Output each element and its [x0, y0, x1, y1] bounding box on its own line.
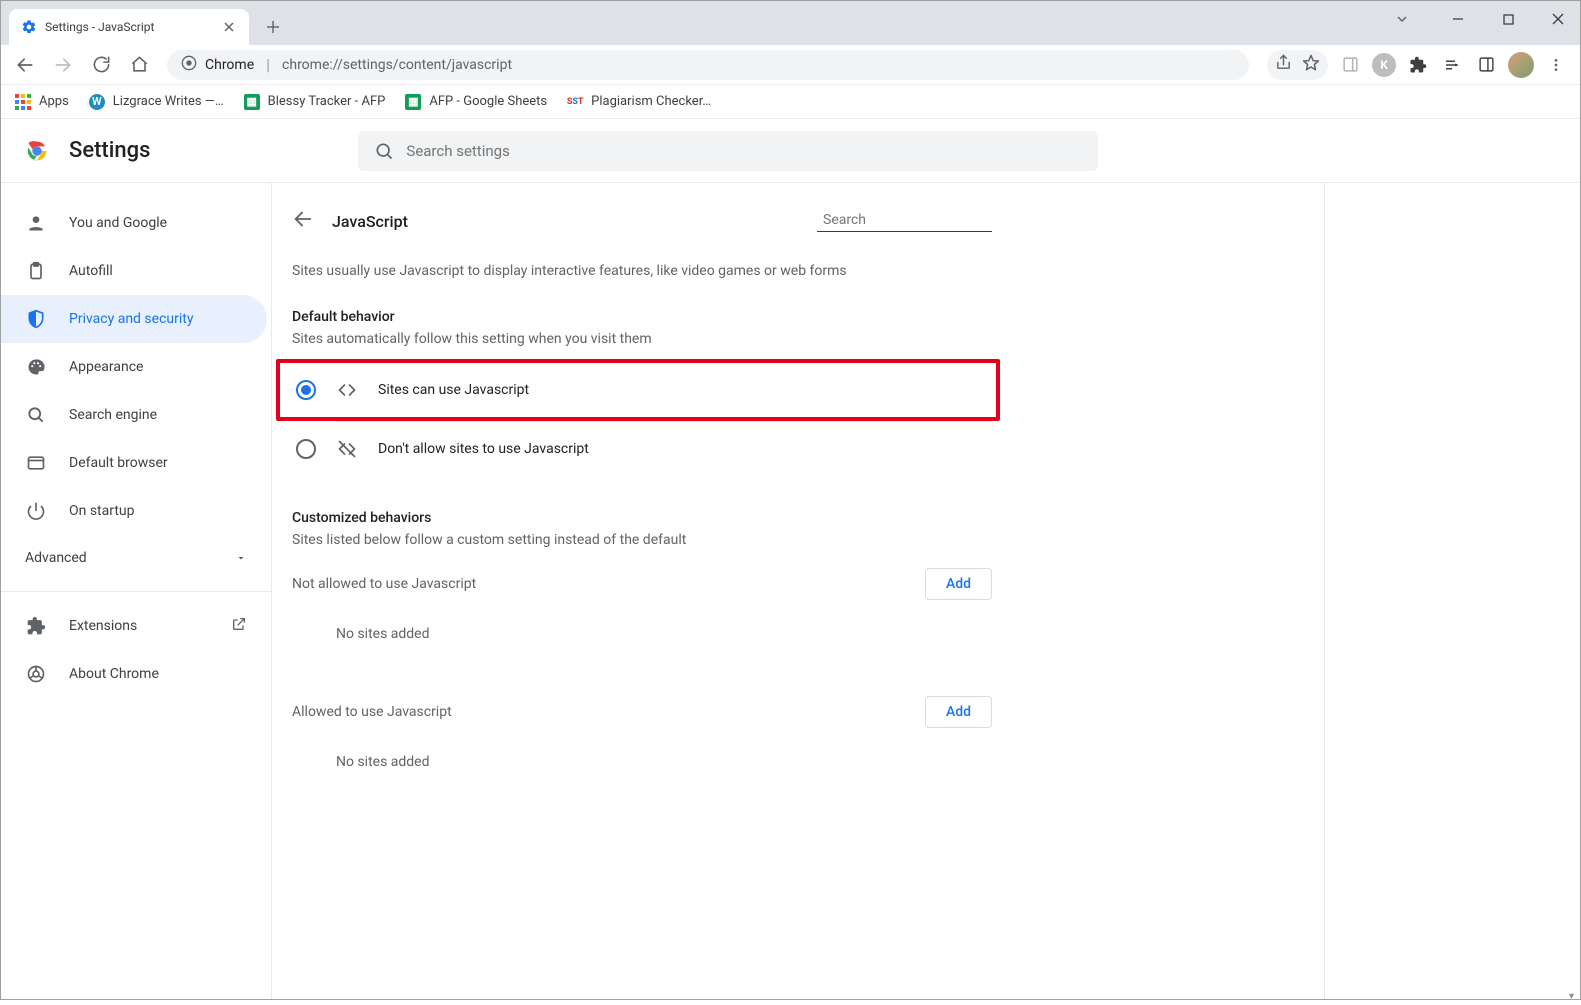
window-controls: [1442, 5, 1574, 33]
radio-label: Sites can use Javascript: [378, 382, 529, 398]
not-allowed-row: Not allowed to use Javascript Add: [292, 568, 992, 600]
reload-button[interactable]: [85, 49, 117, 81]
wordpress-icon: W: [89, 94, 105, 110]
forward-button[interactable]: [47, 49, 79, 81]
profile-avatar[interactable]: [1508, 52, 1534, 78]
settings-sidebar: You and Google Autofill Privacy and secu…: [1, 119, 271, 999]
add-allowed-button[interactable]: Add: [925, 696, 992, 728]
shield-icon: [25, 309, 47, 329]
allowed-row: Allowed to use Javascript Add: [292, 696, 992, 728]
close-window-button[interactable]: [1542, 5, 1574, 33]
tab-close-button[interactable]: [221, 19, 237, 35]
person-icon: [25, 213, 47, 233]
sidepanel-button[interactable]: [1334, 49, 1366, 81]
sheets-icon: ▦: [244, 94, 260, 110]
sidebar-item-about-chrome[interactable]: About Chrome: [1, 650, 271, 698]
chevron-down-icon: [235, 552, 247, 564]
radio-label: Don't allow sites to use Javascript: [378, 441, 589, 457]
tab-search-button[interactable]: [1394, 11, 1410, 31]
radio-sites-can-use-js[interactable]: Sites can use Javascript: [292, 363, 988, 417]
browser-tab[interactable]: Settings - JavaScript: [9, 9, 249, 45]
browser-window-icon: [25, 453, 47, 473]
k-extension-icon[interactable]: K: [1368, 49, 1400, 81]
default-behavior-title: Default behavior: [292, 309, 992, 325]
sidebar-item-extensions[interactable]: Extensions: [1, 602, 271, 650]
radio-dont-allow-js[interactable]: Don't allow sites to use Javascript: [292, 422, 992, 476]
search-icon: [25, 405, 47, 425]
sidebar-item-appearance[interactable]: Appearance: [1, 343, 271, 391]
puzzle-icon: [25, 616, 47, 636]
chrome-menu-button[interactable]: [1540, 49, 1572, 81]
bookmarks-bar: Apps W Lizgrace Writes —… ▦ Blessy Track…: [1, 85, 1580, 119]
add-not-allowed-button[interactable]: Add: [925, 568, 992, 600]
radio-button[interactable]: [296, 380, 316, 400]
sidebar-item-you-and-google[interactable]: You and Google: [1, 199, 271, 247]
page-header: JavaScript: [292, 193, 992, 249]
palette-icon: [25, 357, 47, 377]
extensions-puzzle-icon[interactable]: [1402, 49, 1434, 81]
sidebar-item-autofill[interactable]: Autofill: [1, 247, 271, 295]
annotation-highlight: Sites can use Javascript: [276, 359, 1000, 421]
search-settings-box[interactable]: [358, 131, 1098, 171]
browser-toolbar: Chrome | chrome://settings/content/javas…: [1, 45, 1580, 85]
page-search[interactable]: [817, 211, 992, 232]
sst-icon: SST: [567, 94, 583, 110]
page-title: JavaScript: [332, 212, 408, 231]
bookmark-lizgrace[interactable]: W Lizgrace Writes —…: [89, 94, 224, 110]
power-icon: [25, 501, 47, 521]
not-allowed-empty-text: No sites added: [292, 612, 992, 656]
title-bar: Settings - JavaScript: [1, 1, 1580, 45]
scroll-down-arrow[interactable]: ▾: [1563, 988, 1580, 1005]
bookmark-star-icon[interactable]: [1302, 54, 1320, 76]
chrome-logo-icon: [23, 137, 51, 165]
custom-behaviors-subtitle: Sites listed below follow a custom setti…: [292, 532, 992, 548]
bookmark-plagiarism-checker[interactable]: SST Plagiarism Checker…: [567, 94, 711, 110]
search-settings-input[interactable]: [406, 142, 1082, 160]
sheets-icon: ▦: [405, 94, 421, 110]
apps-grid-icon: [15, 94, 31, 110]
sidebar-item-default-browser[interactable]: Default browser: [1, 439, 271, 487]
site-info-icon[interactable]: [181, 55, 197, 75]
back-arrow-button[interactable]: [292, 208, 314, 234]
settings-app: Settings You and Google Autofill Privacy…: [1, 119, 1580, 999]
custom-behaviors-title: Customized behaviors: [292, 510, 992, 526]
bookmark-blessy-tracker[interactable]: ▦ Blessy Tracker - AFP: [244, 94, 386, 110]
page-search-input[interactable]: [823, 212, 1001, 228]
omnibox-path: chrome://settings/content/javascript: [282, 57, 512, 73]
clipboard-icon: [25, 261, 47, 281]
sidebar-item-on-startup[interactable]: On startup: [1, 487, 271, 535]
share-star-group: [1267, 50, 1328, 80]
address-bar[interactable]: Chrome | chrome://settings/content/javas…: [167, 50, 1249, 80]
page-scrollbar[interactable]: ▴ ▾: [1563, 121, 1580, 1005]
sidebar-item-privacy-security[interactable]: Privacy and security: [1, 295, 267, 343]
default-behavior-subtitle: Sites automatically follow this setting …: [292, 331, 992, 347]
sidebar-advanced-toggle[interactable]: Advanced: [1, 535, 271, 581]
gear-icon: [21, 19, 37, 35]
share-icon[interactable]: [1275, 54, 1292, 75]
settings-title: Settings: [69, 138, 150, 163]
settings-header: Settings: [1, 119, 1580, 183]
external-link-icon: [231, 616, 247, 636]
sidebar-item-search-engine[interactable]: Search engine: [1, 391, 271, 439]
minimize-button[interactable]: [1442, 5, 1474, 33]
radio-button[interactable]: [296, 439, 316, 459]
media-control-icon[interactable]: [1436, 49, 1468, 81]
maximize-button[interactable]: [1492, 5, 1524, 33]
reading-list-icon[interactable]: [1470, 49, 1502, 81]
omnibox-origin: Chrome: [205, 57, 254, 73]
home-button[interactable]: [123, 49, 155, 81]
bookmark-apps[interactable]: Apps: [15, 94, 69, 110]
chrome-outline-icon: [25, 664, 47, 684]
page-description: Sites usually use Javascript to display …: [292, 263, 992, 279]
new-tab-button[interactable]: [259, 13, 287, 41]
settings-main[interactable]: JavaScript Sites usually use Javascript …: [271, 119, 1325, 999]
allowed-empty-text: No sites added: [292, 740, 992, 784]
back-button[interactable]: [9, 49, 41, 81]
code-icon: [336, 380, 358, 400]
search-icon: [374, 141, 394, 161]
bookmark-afp-sheets[interactable]: ▦ AFP - Google Sheets: [405, 94, 547, 110]
code-off-icon: [336, 439, 358, 459]
tab-title: Settings - JavaScript: [45, 20, 213, 34]
